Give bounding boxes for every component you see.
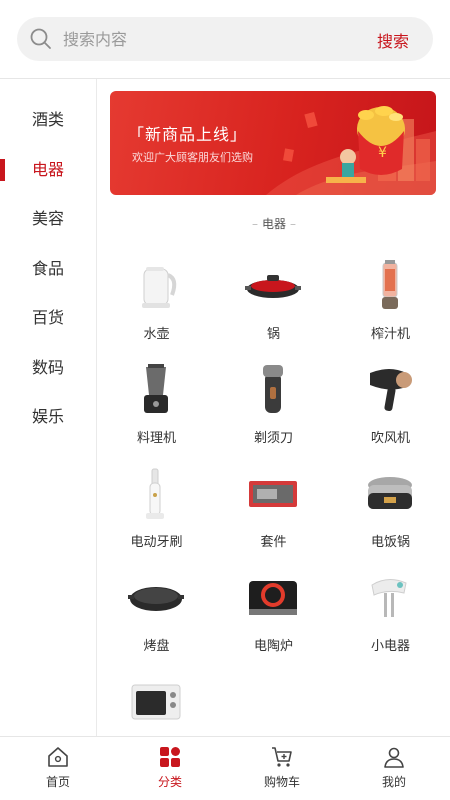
product-item-shaver[interactable]: 剃须刀 (215, 359, 332, 463)
product-item-pan[interactable]: 锅 (215, 255, 332, 359)
blender-icon (144, 364, 168, 413)
product-item-kettle[interactable]: 水壶 (98, 255, 215, 359)
ceramic-stove-icon (249, 581, 297, 615)
product-label: 套件 (260, 535, 287, 550)
product-item-hair-dryer[interactable]: 吹风机 (332, 359, 449, 463)
banner-illustration: ¥ (266, 106, 436, 195)
app-root: 搜索 酒类 电器 美容 食品 百货 数码 娱乐 (0, 0, 450, 800)
grill-pan-icon (245, 275, 301, 298)
tab-label: 分类 (157, 775, 182, 789)
category-icon (160, 747, 180, 767)
sidebar-item-beauty[interactable]: 美容 (0, 194, 96, 244)
bottom-tab-bar: 首页 分类 购物车 我的 (0, 736, 450, 800)
product-label: 电陶炉 (253, 639, 293, 654)
product-item-small-appliance[interactable]: 小电器 (332, 567, 449, 671)
kettle-icon (142, 267, 177, 308)
sidebar-item-digital[interactable]: 数码 (0, 343, 96, 393)
search-header: 搜索 (0, 0, 450, 79)
product-label: 水壶 (143, 327, 170, 342)
home-icon (48, 747, 68, 767)
product-item-rice-cooker[interactable]: 电饭锅 (332, 463, 449, 567)
product-label: 榨汁机 (370, 327, 410, 342)
tab-home[interactable]: 首页 (2, 737, 114, 800)
banner-subtitle: 欢迎广大顾客朋友们选购 (132, 151, 253, 164)
product-label: 电饭锅 (370, 535, 410, 550)
product-item-kit[interactable]: 套件 (215, 463, 332, 567)
tab-label: 我的 (381, 775, 406, 789)
sidebar-item-general-goods[interactable]: 百货 (0, 293, 96, 343)
product-label: 锅 (266, 327, 280, 342)
product-item-ceramic-stove[interactable]: 电陶炉 (215, 567, 332, 671)
sidebar-item-food[interactable]: 食品 (0, 244, 96, 294)
product-item-baking-pan[interactable]: 烤盘 (98, 567, 215, 671)
product-item-oven[interactable] (98, 671, 215, 736)
search-input[interactable] (63, 17, 353, 61)
cart-icon (272, 747, 292, 767)
kit-icon (249, 481, 297, 507)
product-label: 烤盘 (143, 639, 170, 654)
category-content: ¥ 「新商品上线」 欢迎广大顾客朋友们选购 – 电器 – 水壶 锅 榨汁机 料理… (98, 79, 450, 736)
shaver-icon (263, 365, 283, 413)
product-label: 电动牙刷 (130, 535, 183, 550)
search-icon (30, 28, 51, 49)
oven-icon (131, 684, 181, 720)
product-label: 剃须刀 (253, 431, 293, 446)
promo-banner[interactable]: ¥ 「新商品上线」 欢迎广大顾客朋友们选购 (110, 91, 436, 195)
search-button[interactable]: 搜索 (377, 28, 409, 52)
hand-mixer-icon (371, 579, 407, 617)
electric-toothbrush-icon (146, 468, 164, 519)
tab-profile[interactable]: 我的 (338, 737, 450, 800)
sidebar-item-entertainment[interactable]: 娱乐 (0, 392, 96, 442)
product-item-juicer[interactable]: 榨汁机 (332, 255, 449, 359)
sidebar-item-appliances[interactable]: 电器 (0, 145, 96, 195)
tab-cart[interactable]: 购物车 (226, 737, 338, 800)
rice-cooker-icon (368, 477, 412, 509)
sidebar-item-alcohol[interactable]: 酒类 (0, 95, 96, 145)
product-label: 小电器 (370, 639, 410, 654)
product-label: 吹风机 (370, 431, 410, 446)
category-sidebar: 酒类 电器 美容 食品 百货 数码 娱乐 (0, 79, 97, 736)
baking-pan-icon (128, 587, 184, 611)
user-icon (384, 747, 404, 768)
tab-label: 首页 (45, 775, 70, 789)
tab-category[interactable]: 分类 (114, 737, 226, 800)
banner-title: 「新商品上线」 (128, 125, 248, 144)
product-label: 料理机 (136, 431, 176, 446)
section-title: – 电器 – (251, 217, 296, 231)
juicer-icon (382, 260, 398, 309)
svg-text:¥: ¥ (378, 145, 387, 161)
tab-label: 购物车 (263, 775, 300, 789)
product-item-electric-toothbrush[interactable]: 电动牙刷 (98, 463, 215, 567)
hair-dryer-icon (370, 369, 412, 412)
product-item-blender[interactable]: 料理机 (98, 359, 215, 463)
section-title-text: 电器 (261, 217, 286, 231)
search-bar[interactable]: 搜索 (17, 17, 433, 61)
